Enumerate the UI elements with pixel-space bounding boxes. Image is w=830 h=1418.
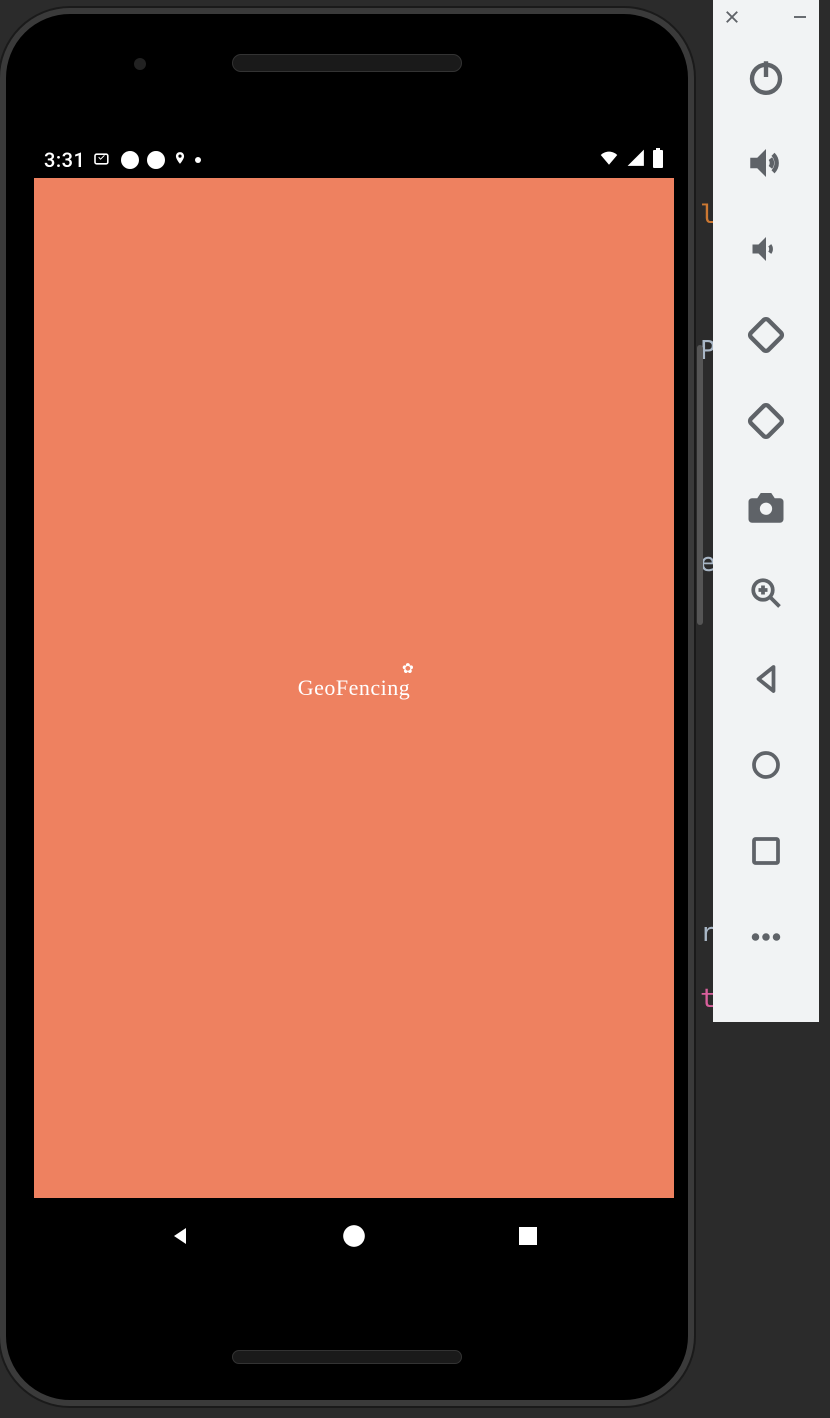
emulator-toolbar <box>713 0 819 1022</box>
data-saver-icon <box>93 148 113 172</box>
earpiece-speaker <box>232 54 462 72</box>
emulator-home-button[interactable] <box>713 722 819 808</box>
front-camera <box>134 58 146 70</box>
screenshot-button[interactable] <box>713 464 819 550</box>
android-nav-bar <box>34 1198 674 1278</box>
rotate-left-button[interactable] <box>713 292 819 378</box>
status-left: 3:31 <box>44 148 201 173</box>
status-bar: 3:31 <box>34 142 674 178</box>
app-title-decoration-icon: ✿ <box>402 661 414 678</box>
nav-back-button[interactable] <box>168 1224 192 1252</box>
ide-scrollbar-thumb[interactable] <box>697 345 703 625</box>
wifi-icon <box>598 148 620 172</box>
emulator-overview-button[interactable] <box>713 808 819 894</box>
status-clock: 3:31 <box>44 148 85 172</box>
dot-icon <box>195 157 201 163</box>
status-right <box>598 148 664 173</box>
nav-home-button[interactable] <box>341 1223 367 1253</box>
app-splash-screen: GeoFencing ✿ <box>34 178 674 1198</box>
volume-up-button[interactable] <box>713 120 819 206</box>
power-button[interactable] <box>713 34 819 120</box>
volume-down-button[interactable] <box>713 206 819 292</box>
zoom-in-button[interactable] <box>713 550 819 636</box>
rotate-right-button[interactable] <box>713 378 819 464</box>
toolbar-window-controls <box>713 0 819 34</box>
circle-icon <box>121 151 139 169</box>
app-title: GeoFencing ✿ <box>298 675 411 701</box>
emulator-device-frame: 3:31 <box>0 8 694 1406</box>
signal-icon <box>626 148 646 172</box>
device-screen: 3:31 <box>34 142 674 1278</box>
emulator-back-button[interactable] <box>713 636 819 722</box>
nav-recent-button[interactable] <box>516 1224 540 1252</box>
device-bezel: 3:31 <box>16 24 678 1390</box>
close-icon[interactable] <box>723 8 741 30</box>
battery-icon <box>652 148 664 173</box>
bottom-speaker <box>232 1350 462 1364</box>
circle-icon <box>147 151 165 169</box>
more-button[interactable] <box>713 894 819 980</box>
location-icon <box>173 148 187 173</box>
minimize-icon[interactable] <box>791 8 809 30</box>
app-title-text: GeoFencing <box>298 675 411 700</box>
